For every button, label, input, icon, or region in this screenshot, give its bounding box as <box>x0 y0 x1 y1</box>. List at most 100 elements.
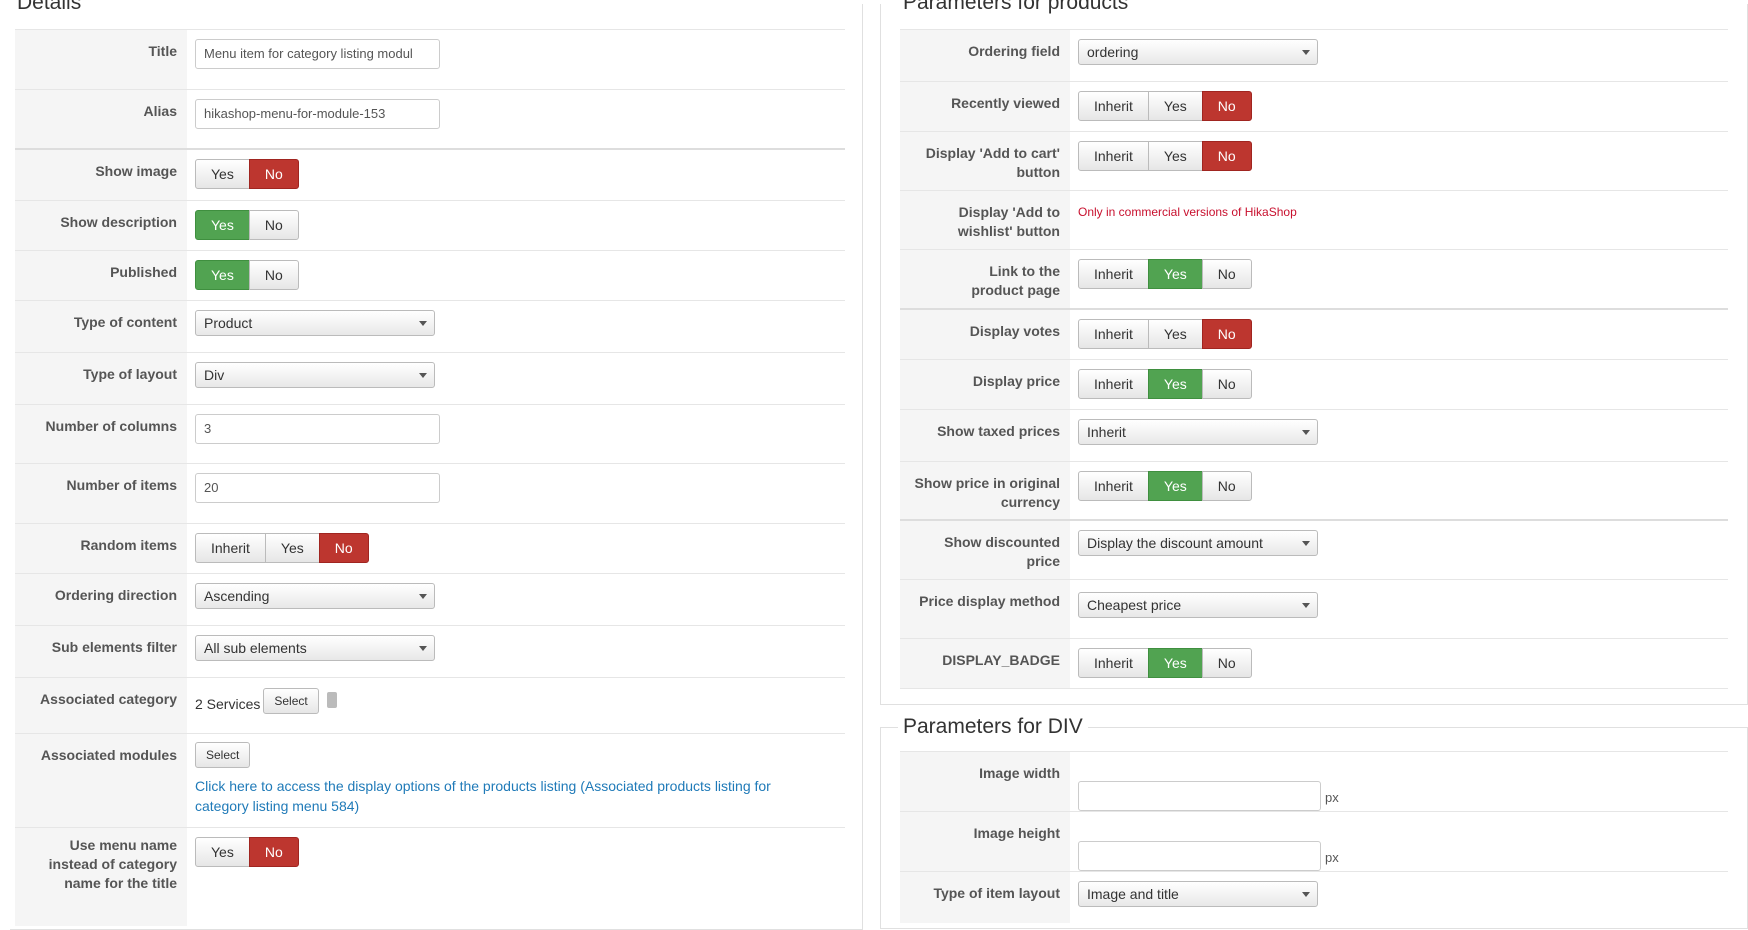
badge-no-button[interactable]: No <box>1201 648 1252 678</box>
badge-inherit-button[interactable]: Inherit <box>1078 648 1149 678</box>
random-items-row: Random items Inherit Yes No <box>15 523 845 573</box>
sub-elements-row: Sub elements filter All sub elements <box>15 625 845 677</box>
random-items-yes-button[interactable]: Yes <box>264 533 320 563</box>
params-products-legend: Parameters for products <box>898 0 1134 13</box>
recently-viewed-inherit-button[interactable]: Inherit <box>1078 91 1149 121</box>
show-image-yes-button[interactable]: Yes <box>195 159 250 189</box>
type-layout-label: Type of layout <box>15 353 187 404</box>
image-height-input[interactable] <box>1078 841 1321 871</box>
chevron-down-icon <box>419 373 427 378</box>
use-menu-name-row: Use menu name instead of category name f… <box>15 827 845 926</box>
display-price-yes-button[interactable]: Yes <box>1147 369 1203 399</box>
sub-elements-label: Sub elements filter <box>15 626 187 677</box>
type-layout-row: Type of layout Div <box>15 352 845 404</box>
badge-row: DISPLAY_BADGE Inherit Yes No <box>900 638 1728 689</box>
params-products-form: Ordering field ordering Recently viewed … <box>900 29 1728 689</box>
badge-label: DISPLAY_BADGE <box>900 639 1070 688</box>
link-product-row: Link to the product page Inherit Yes No <box>900 249 1728 308</box>
type-content-label: Type of content <box>15 301 187 352</box>
assoc-modules-row: Associated modules Select Click here to … <box>15 733 845 827</box>
num-items-row: Number of items 20 <box>15 463 845 523</box>
assoc-modules-link[interactable]: Click here to access the display options… <box>195 776 795 816</box>
ordering-field-select[interactable]: ordering <box>1078 39 1318 65</box>
random-items-inherit-button[interactable]: Inherit <box>195 533 266 563</box>
show-description-no-button[interactable]: No <box>248 210 299 240</box>
add-to-cart-row: Display 'Add to cart' button Inherit Yes… <box>900 131 1728 190</box>
chevron-down-icon <box>419 321 427 326</box>
display-votes-row: Display votes Inherit Yes No <box>900 308 1728 359</box>
alias-row: Alias hikashop-menu-for-module-153 <box>15 89 845 148</box>
assoc-category-select-button[interactable]: Select <box>263 688 319 714</box>
show-taxed-select[interactable]: Inherit <box>1078 419 1318 445</box>
recently-viewed-row: Recently viewed Inherit Yes No <box>900 81 1728 131</box>
image-width-unit: px <box>1325 790 1339 805</box>
add-to-cart-inherit-button[interactable]: Inherit <box>1078 141 1149 171</box>
price-method-select[interactable]: Cheapest price <box>1078 592 1318 618</box>
discounted-select[interactable]: Display the discount amount <box>1078 530 1318 556</box>
num-items-input[interactable]: 20 <box>195 473 440 503</box>
ordering-direction-select[interactable]: Ascending <box>195 583 435 609</box>
assoc-modules-select-button[interactable]: Select <box>195 742 251 768</box>
display-votes-yes-button[interactable]: Yes <box>1147 319 1203 349</box>
show-description-yes-button[interactable]: Yes <box>195 210 250 240</box>
link-product-inherit-button[interactable]: Inherit <box>1078 259 1149 289</box>
wishlist-note: Only in commercial versions of HikaShop <box>1078 205 1297 219</box>
display-votes-inherit-button[interactable]: Inherit <box>1078 319 1149 349</box>
item-layout-select[interactable]: Image and title <box>1078 881 1318 907</box>
add-to-cart-yes-button[interactable]: Yes <box>1147 141 1203 171</box>
num-columns-input[interactable]: 3 <box>195 414 440 444</box>
link-product-no-button[interactable]: No <box>1201 259 1252 289</box>
use-menu-name-label: Use menu name instead of category name f… <box>15 828 187 926</box>
params-div-form: Image width px Image height px Type of i… <box>900 751 1728 923</box>
type-layout-select[interactable]: Div <box>195 362 435 388</box>
show-image-label: Show image <box>15 150 187 200</box>
show-description-row: Show description Yes No <box>15 200 845 250</box>
chevron-down-icon <box>419 594 427 599</box>
price-method-row: Price display method Cheapest price <box>900 579 1728 638</box>
use-menu-name-no-button[interactable]: No <box>248 837 299 867</box>
sub-elements-select[interactable]: All sub elements <box>195 635 435 661</box>
image-height-label: Image height <box>900 812 1070 871</box>
badge-yes-button[interactable]: Yes <box>1147 648 1203 678</box>
details-form: Title Menu item for category listing mod… <box>15 29 845 926</box>
original-currency-label: Show price in original currency <box>900 462 1070 519</box>
assoc-category-value: 2 Services <box>195 696 261 712</box>
show-image-no-button[interactable]: No <box>248 159 299 189</box>
use-menu-name-yes-button[interactable]: Yes <box>195 837 250 867</box>
title-input[interactable]: Menu item for category listing modul <box>195 39 440 69</box>
original-currency-row: Show price in original currency Inherit … <box>900 461 1728 519</box>
ordering-field-label: Ordering field <box>900 30 1070 81</box>
image-height-unit: px <box>1325 850 1339 865</box>
random-items-no-button[interactable]: No <box>318 533 369 563</box>
display-votes-no-button[interactable]: No <box>1201 319 1252 349</box>
show-image-toggle: Yes No <box>195 159 299 189</box>
display-price-inherit-button[interactable]: Inherit <box>1078 369 1149 399</box>
trash-icon[interactable] <box>326 692 337 708</box>
alias-label: Alias <box>15 90 187 148</box>
num-columns-row: Number of columns 3 <box>15 404 845 463</box>
ordering-field-row: Ordering field ordering <box>900 29 1728 81</box>
alias-input[interactable]: hikashop-menu-for-module-153 <box>195 99 440 129</box>
original-currency-yes-button[interactable]: Yes <box>1147 471 1203 501</box>
add-to-wishlist-label: Display 'Add to wishlist' button <box>900 191 1070 249</box>
assoc-category-row: Associated category 2 Services Select <box>15 677 845 733</box>
recently-viewed-no-button[interactable]: No <box>1201 91 1252 121</box>
original-currency-no-button[interactable]: No <box>1201 471 1252 501</box>
display-price-row: Display price Inherit Yes No <box>900 359 1728 409</box>
type-content-select[interactable]: Product <box>195 310 435 336</box>
original-currency-inherit-button[interactable]: Inherit <box>1078 471 1149 501</box>
chevron-down-icon <box>1302 603 1310 608</box>
recently-viewed-yes-button[interactable]: Yes <box>1147 91 1203 121</box>
published-yes-button[interactable]: Yes <box>195 260 250 290</box>
image-width-input[interactable] <box>1078 781 1321 811</box>
item-layout-row: Type of item layout Image and title <box>900 871 1728 923</box>
link-product-yes-button[interactable]: Yes <box>1147 259 1203 289</box>
published-no-button[interactable]: No <box>248 260 299 290</box>
title-label: Title <box>15 30 187 89</box>
display-price-no-button[interactable]: No <box>1201 369 1252 399</box>
published-row: Published Yes No <box>15 250 845 300</box>
item-layout-label: Type of item layout <box>900 872 1070 923</box>
price-method-label: Price display method <box>900 580 1070 638</box>
add-to-cart-no-button[interactable]: No <box>1201 141 1252 171</box>
ordering-direction-label: Ordering direction <box>15 574 187 625</box>
